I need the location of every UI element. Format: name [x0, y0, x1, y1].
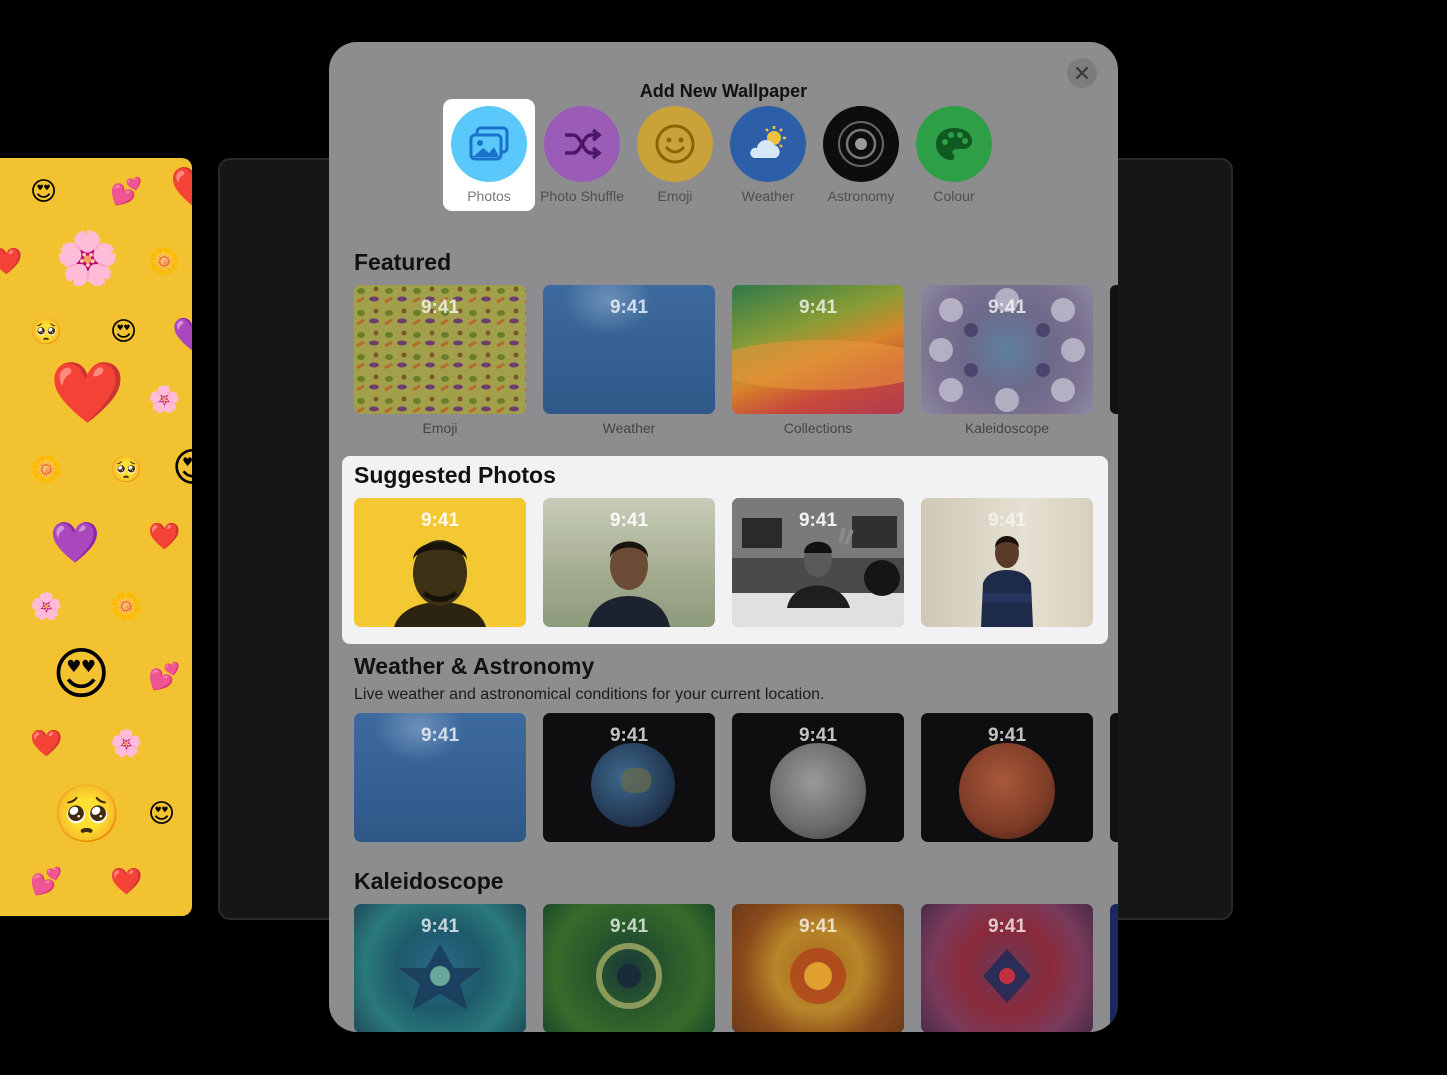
- suggested-photo-thumb[interactable]: 9:41: [354, 498, 526, 627]
- kaleidoscope-thumb[interactable]: 9:41: [921, 904, 1093, 1032]
- next-thumb-peek: [1110, 904, 1118, 1032]
- thumb-time: 9:41: [798, 725, 838, 746]
- suggested-photo-thumb[interactable]: 9:41: [543, 498, 715, 627]
- category-weather[interactable]: Weather: [722, 99, 814, 211]
- featured-collections-thumb[interactable]: 9:41: [732, 285, 904, 414]
- category-astronomy[interactable]: Astronomy: [815, 99, 907, 211]
- astronomy-icon: [823, 106, 899, 182]
- thumb-time: 9:41: [609, 916, 649, 937]
- next-thumb-peek: [1110, 285, 1118, 414]
- featured-label: Weather: [602, 420, 656, 436]
- weather-astronomy-title: Weather & Astronomy: [354, 653, 595, 679]
- shuffle-icon: [544, 106, 620, 182]
- kaleidoscope-thumb[interactable]: 9:41: [354, 904, 526, 1032]
- thumb-time: 9:41: [798, 916, 838, 937]
- weather-thumb[interactable]: 9:41: [354, 713, 526, 842]
- kaleidoscope-thumb[interactable]: 9:41: [732, 904, 904, 1032]
- close-button[interactable]: [1067, 58, 1097, 88]
- featured-label: Kaleidoscope: [964, 420, 1050, 436]
- thumb-time: 9:41: [798, 510, 838, 531]
- thumb-time: 9:41: [420, 297, 460, 318]
- thumb-time: 9:41: [420, 725, 460, 746]
- palette-icon: [916, 106, 992, 182]
- thumb-time: 9:41: [987, 725, 1027, 746]
- category-photo-shuffle[interactable]: Photo Shuffle: [536, 99, 628, 211]
- weather-icon: [730, 106, 806, 182]
- kaleidoscope-thumb[interactable]: 9:41: [543, 904, 715, 1032]
- emoji-icon: [637, 106, 713, 182]
- background-emoji-wallpaper: 😍 💕 ❤️ 🌸 🌼 ❤️ 🥺 😍 💜 ❤️ 🌸 🌼 🥺 😍 💜 ❤️ 🌸 🌼 …: [0, 158, 192, 916]
- category-emoji[interactable]: Emoji: [629, 99, 721, 211]
- earth-thumb[interactable]: 9:41: [543, 713, 715, 842]
- featured-emoji-thumb[interactable]: 9:41: [354, 285, 526, 414]
- featured-weather-thumb[interactable]: 9:41: [543, 285, 715, 414]
- thumb-time: 9:41: [798, 297, 838, 318]
- thumb-time: 9:41: [420, 510, 460, 531]
- suggested-photo-thumb[interactable]: 9:41: [732, 498, 904, 627]
- close-icon: [1075, 66, 1089, 80]
- category-photos[interactable]: Photos: [443, 99, 535, 211]
- featured-kaleidoscope-thumb[interactable]: 9:41: [921, 285, 1093, 414]
- thumb-time: 9:41: [987, 916, 1027, 937]
- category-colour[interactable]: Colour: [908, 99, 1000, 211]
- photos-icon: [451, 106, 527, 182]
- thumb-time: 9:41: [609, 725, 649, 746]
- kaleidoscope-title: Kaleidoscope: [354, 868, 504, 894]
- thumb-time: 9:41: [609, 297, 649, 318]
- suggested-title: Suggested Photos: [354, 462, 556, 488]
- category-label: Colour: [933, 188, 975, 204]
- featured-label: Collections: [783, 420, 853, 436]
- weather-astronomy-subtitle: Live weather and astronomical conditions…: [354, 686, 825, 703]
- thumb-time: 9:41: [987, 297, 1027, 318]
- suggested-photo-thumb[interactable]: 9:41: [921, 498, 1093, 627]
- featured-label: Emoji: [422, 420, 458, 436]
- thumb-time: 9:41: [420, 916, 460, 937]
- thumb-time: 9:41: [987, 510, 1027, 531]
- next-thumb-peek: [1110, 713, 1118, 842]
- add-wallpaper-sheet: Add New Wallpaper Photos Photo Shuffle E…: [329, 42, 1118, 1032]
- mars-thumb[interactable]: 9:41: [921, 713, 1093, 842]
- featured-title: Featured: [354, 249, 452, 275]
- moon-thumb[interactable]: 9:41: [732, 713, 904, 842]
- thumb-time: 9:41: [609, 510, 649, 531]
